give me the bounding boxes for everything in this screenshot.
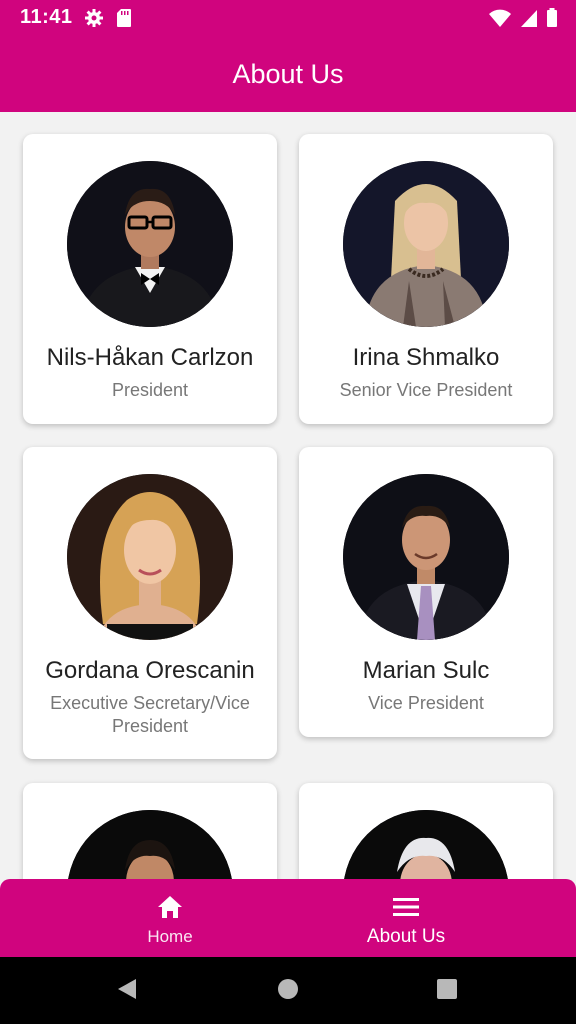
member-role: President [111,380,189,400]
signal-icon [520,8,538,33]
bottom-navigation: Home About Us [0,879,576,957]
status-bar: 11:41 [0,0,576,36]
home-circle-icon[interactable] [277,977,299,1006]
member-card[interactable] [299,783,553,880]
wifi-icon [488,8,512,33]
status-time: 11:41 [20,6,73,28]
battery-icon [546,8,558,33]
avatar-photo [343,161,509,327]
avatar-photo [67,474,233,640]
sd-card-icon [116,8,132,33]
member-name: Gordana Orescanin [45,657,255,684]
member-name: Marian Sulc [362,657,490,684]
member-name: Irina Shmalko [352,344,500,371]
avatar-photo [67,161,233,327]
member-card[interactable]: Marian Sulc Vice President [299,447,553,737]
nav-label-home: Home [147,927,193,946]
nav-item-home[interactable]: Home [70,879,270,957]
member-role: Senior Vice President [339,380,513,400]
recents-icon[interactable] [436,977,458,1006]
avatar-photo [343,474,509,640]
member-role: Executive Secretary/Vice President [50,693,250,736]
member-name: Nils-Håkan Carlzon [46,344,254,371]
member-role: Vice President [368,693,484,713]
avatar-photo [67,810,233,880]
system-navigation-bar [0,957,576,1024]
member-card[interactable]: Gordana Orescanin Executive Secretary/Vi… [23,447,277,759]
member-card[interactable] [23,783,277,880]
menu-icon [392,893,420,921]
avatar-photo [343,810,509,880]
back-icon[interactable] [116,977,138,1006]
home-icon [156,893,184,921]
member-card[interactable]: Nils-Håkan Carlzon President [23,134,277,424]
app-bar: About Us [0,36,576,112]
members-grid[interactable]: Nils-Håkan Carlzon President Irina Shmal… [0,112,576,880]
nav-label-about-us: About Us [366,926,446,947]
member-card[interactable]: Irina Shmalko Senior Vice President [299,134,553,424]
page-title: About Us [232,58,344,89]
nav-item-about-us[interactable]: About Us [306,879,506,957]
gear-icon [84,8,104,33]
